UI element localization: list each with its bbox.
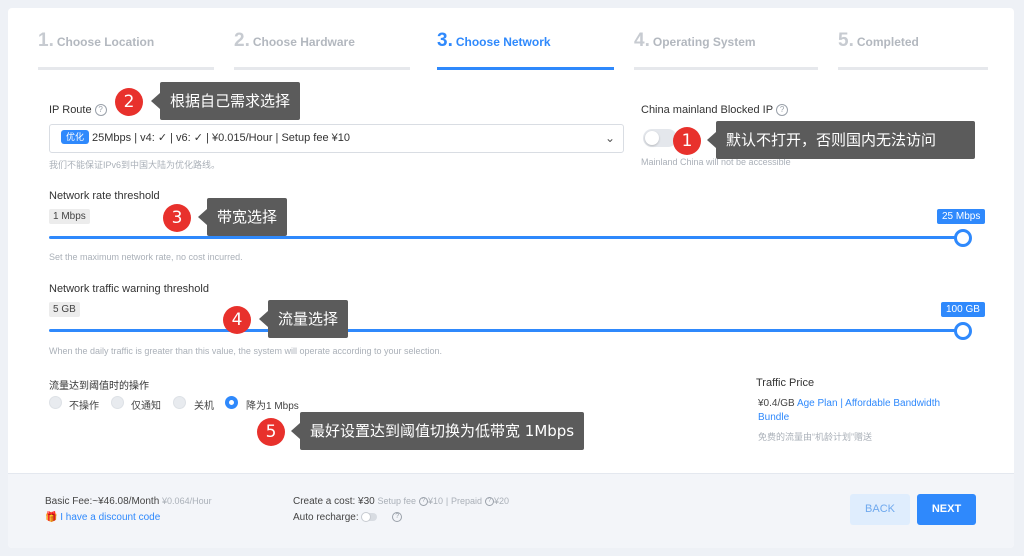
create-cost: Create a cost: ¥30 Setup fee? ¥10 | Prepa… xyxy=(293,496,509,507)
traffic-price-note: 免费的流量由“机龄计划”赠送 xyxy=(758,432,872,442)
step-label: Completed xyxy=(856,35,919,49)
help-icon[interactable]: ? xyxy=(485,496,495,506)
step-completed[interactable]: 5. Completed xyxy=(838,30,988,70)
action-label: 流量达到阈值时的操作 xyxy=(49,381,149,392)
basic-fee-hourly: ¥0.064/Hour xyxy=(162,496,212,506)
gift-icon: 🎁 xyxy=(45,512,58,523)
step-number: 1. xyxy=(38,30,54,51)
ip-route-label: IP Route xyxy=(49,104,92,116)
back-button[interactable]: BACK xyxy=(850,494,910,525)
step-label: Operating System xyxy=(652,35,756,49)
optimized-badge: 优化 xyxy=(61,130,90,144)
annotation-number: 1 xyxy=(673,127,701,155)
link-separator: | xyxy=(840,398,843,409)
radio-shutdown[interactable] xyxy=(173,396,186,409)
discount-code-text: I have a discount code xyxy=(60,512,161,523)
annotation-callout: 默认不打开，否则国内无法访问 xyxy=(707,121,975,159)
step-number: 2. xyxy=(234,30,250,51)
step-label: Choose Hardware xyxy=(252,35,355,49)
step-label: Choose Network xyxy=(455,35,551,49)
setup-fee-label: Setup fee xyxy=(377,496,417,506)
rate-slider-thumb[interactable] xyxy=(954,229,972,247)
ip-route-hint: 我们不能保证IPv6到中国大陆为优化路线。 xyxy=(49,160,221,170)
radio-no-action-label: 不操作 xyxy=(69,401,99,412)
rate-hint: Set the maximum network rate, no cost in… xyxy=(49,252,243,262)
annotation-number: 4 xyxy=(223,306,251,334)
step-number: 4. xyxy=(634,30,650,51)
create-cost-label: Create a cost: xyxy=(293,496,356,507)
ip-route-label-row: IP Route? xyxy=(49,104,107,117)
step-label: Choose Location xyxy=(56,35,155,49)
rate-min-value: 1 Mbps xyxy=(49,209,90,224)
traffic-price-title: Traffic Price xyxy=(756,377,815,389)
chevron-down-icon: ⌄ xyxy=(604,131,615,145)
auto-recharge-row: Auto recharge: ? xyxy=(293,512,403,523)
prepaid-label: Prepaid xyxy=(450,496,483,506)
annotation-number: 2 xyxy=(115,88,143,116)
radio-no-action[interactable] xyxy=(49,396,62,409)
traffic-slider-track[interactable] xyxy=(49,329,963,332)
china-blocked-label-row: China mainland Blocked IP? xyxy=(641,104,789,117)
basic-fee-value: ¥46.08/Month xyxy=(98,496,160,507)
radio-downgrade-1mbps-label: 降为1 Mbps xyxy=(246,401,299,412)
age-plan-link[interactable]: Age Plan xyxy=(797,398,838,409)
rate-max-value: 25 Mbps xyxy=(937,209,986,224)
step-choose-network[interactable]: 3. Choose Network xyxy=(437,30,614,70)
traffic-price-info: ¥0.4/GB Age Plan | Affordable Bandwidth … xyxy=(758,397,973,425)
create-cost-value: ¥30 xyxy=(358,496,375,507)
annotation-number: 3 xyxy=(163,204,191,232)
annotation-callout: 根据自己需求选择 xyxy=(150,82,301,120)
basic-fee-label: Basic Fee:~ xyxy=(45,496,99,507)
traffic-min-value: 5 GB xyxy=(49,302,80,317)
toggle-knob xyxy=(361,512,372,523)
traffic-hint: When the daily traffic is greater than t… xyxy=(49,346,443,356)
help-icon[interactable]: ? xyxy=(776,104,789,117)
footer-bar: Basic Fee:~¥46.08/Month ¥0.064/Hour 🎁 I … xyxy=(8,473,1014,548)
annotation-callout: 最好设置达到阈值切换为低带宽 1Mbps xyxy=(290,412,585,450)
traffic-slider-thumb[interactable] xyxy=(954,322,972,340)
bundle-link[interactable]: Bundle xyxy=(758,412,789,423)
radio-notify-only[interactable] xyxy=(111,396,124,409)
annotation-callout: 流量选择 xyxy=(258,300,349,338)
traffic-price-value: ¥0.4/GB xyxy=(758,398,795,409)
step-choose-hardware[interactable]: 2. Choose Hardware xyxy=(234,30,410,70)
next-button[interactable]: NEXT xyxy=(917,494,976,525)
network-config-card: 1. Choose Location 2. Choose Hardware 3. Ch… xyxy=(8,8,1014,548)
china-blocked-label: China mainland Blocked IP xyxy=(641,104,774,116)
radio-notify-only-label: 仅通知 xyxy=(131,401,161,412)
ip-route-value: 25Mbps | v4: ✓ | v6: ✓ | ¥0.015/Hour | S… xyxy=(92,132,350,144)
annotation-number: 5 xyxy=(257,418,285,446)
ip-route-select[interactable]: 优化 25Mbps | v4: ✓ | v6: ✓ | ¥0.015/Hour |… xyxy=(49,124,624,153)
traffic-label: Network traffic warning threshold xyxy=(49,283,209,295)
toggle-knob xyxy=(645,131,659,145)
help-icon[interactable]: ? xyxy=(392,512,403,523)
step-choose-location[interactable]: 1. Choose Location xyxy=(38,30,214,70)
radio-downgrade-1mbps[interactable] xyxy=(225,396,238,409)
auto-recharge-label: Auto recharge: xyxy=(293,512,359,523)
traffic-max-value: 100 GB xyxy=(941,302,985,317)
china-blocked-toggle[interactable] xyxy=(643,129,677,147)
radio-shutdown-label: 关机 xyxy=(194,401,214,412)
separator: | xyxy=(445,496,449,506)
affordable-bandwidth-link[interactable]: Affordable Bandwidth xyxy=(845,398,940,409)
prepaid-value: ¥20 xyxy=(494,496,510,506)
auto-recharge-toggle[interactable] xyxy=(361,512,378,523)
help-icon[interactable]: ? xyxy=(419,496,429,506)
help-icon[interactable]: ? xyxy=(94,104,107,117)
rate-slider-track[interactable] xyxy=(49,236,963,239)
setup-fee-value: ¥10 xyxy=(428,496,444,506)
discount-code-link[interactable]: 🎁 I have a discount code xyxy=(45,512,160,523)
rate-label: Network rate threshold xyxy=(49,190,160,202)
step-number: 3. xyxy=(437,30,453,51)
step-number: 5. xyxy=(838,30,854,51)
step-operating-system[interactable]: 4. Operating System xyxy=(634,30,818,70)
annotation-callout: 带宽选择 xyxy=(197,198,288,236)
basic-fee: Basic Fee:~¥46.08/Month ¥0.064/Hour xyxy=(45,496,212,507)
